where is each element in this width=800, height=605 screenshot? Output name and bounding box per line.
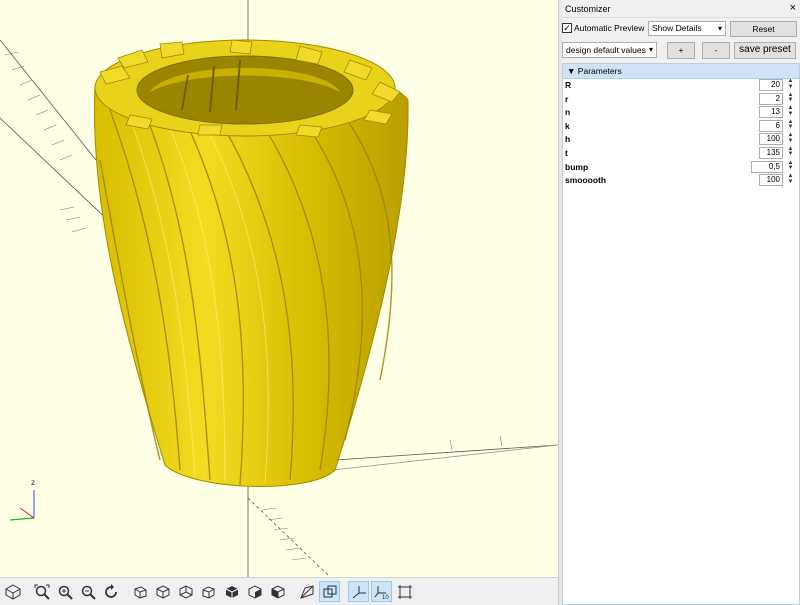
customizer-titlebar: Customizer × <box>562 0 800 18</box>
chevron-down-icon: ▾ <box>648 45 653 54</box>
close-icon[interactable]: × <box>790 3 796 14</box>
param-name: h <box>565 134 571 145</box>
spin-arrows-icon[interactable]: ▲ ▼ <box>786 92 795 105</box>
show-details-select[interactable]: Show Details ▾ <box>648 21 726 36</box>
parameter-list: R 20 ▲▼ r 2 ▲▼ n 13 ▲▼ k 6 ▲▼ h 100 <box>563 78 799 188</box>
spin-arrows-icon[interactable]: ▲ ▼ <box>786 146 795 159</box>
zoom-out-icon[interactable] <box>77 581 98 602</box>
param-spinbox[interactable]: 6 <box>759 119 783 132</box>
scene-render: z <box>0 0 558 577</box>
param-row: t 135 ▲ ▼ <box>563 146 799 161</box>
collapse-triangle-icon: ▼ <box>567 66 576 76</box>
view-back-icon[interactable] <box>244 581 265 602</box>
view-top-icon[interactable] <box>152 581 173 602</box>
view-all-icon[interactable] <box>31 581 52 602</box>
orthogonal-icon[interactable] <box>319 581 340 602</box>
view-right-icon[interactable] <box>129 581 150 602</box>
z-axis-label: z <box>31 478 35 487</box>
param-name: R <box>565 80 572 90</box>
reset-view-icon[interactable] <box>100 581 121 602</box>
spin-arrows-icon[interactable]: ▲ ▼ <box>786 105 795 118</box>
axes-indicator <box>9 490 35 521</box>
spin-arrows-icon[interactable]: ▲ ▼ <box>786 78 795 91</box>
param-name: k <box>565 120 570 131</box>
parameters-group: ▼ Parameters R 20 ▲ ▼ r 2 ▲ ▼ n 13 ▲ ▼ k 6 <box>562 63 800 605</box>
svg-text:10: 10 <box>382 595 389 600</box>
spin-arrows-icon[interactable]: ▲ ▼ <box>786 160 795 173</box>
zoom-in-icon[interactable] <box>54 581 75 602</box>
render-icon[interactable] <box>2 581 23 602</box>
param-spinbox[interactable]: 0,5 <box>751 160 783 173</box>
param-spinbox[interactable]: 13 <box>759 106 783 119</box>
param-name: r <box>565 93 569 104</box>
show-scale-icon[interactable]: 10 <box>371 581 392 602</box>
param-row: k 6 ▲ ▼ <box>563 119 799 134</box>
param-row: R 20 ▲ ▼ <box>563 78 799 93</box>
parameters-title: Parameters <box>577 66 622 76</box>
view-left-icon[interactable] <box>198 581 219 602</box>
view-toolbar: 10 <box>0 577 558 605</box>
show-details-value: Show Details <box>652 23 702 33</box>
parameters-header[interactable]: ▼ Parameters <box>563 64 799 79</box>
param-name: smooooth <box>565 175 607 186</box>
remove-preset-button[interactable]: - <box>702 42 730 59</box>
param-name: bump <box>565 161 589 172</box>
view-front-icon[interactable] <box>221 581 242 602</box>
spin-arrows-icon[interactable]: ▲ ▼ <box>786 119 795 132</box>
param-spinbox[interactable]: 20 <box>759 79 783 91</box>
param-spinbox[interactable]: 2 <box>759 92 783 105</box>
chevron-down-icon: ▾ <box>717 24 722 33</box>
automatic-preview-label: Automatic Preview <box>574 23 645 33</box>
customizer-title: Customizer <box>565 3 611 14</box>
param-row: n 13 ▲ ▼ <box>563 105 799 120</box>
3d-viewport[interactable]: z <box>0 0 558 577</box>
param-spinbox[interactable]: 100 <box>759 133 783 146</box>
param-row: h 100 ▲ ▼ <box>563 132 799 147</box>
perspective-icon[interactable] <box>296 581 317 602</box>
view-diagonal-icon[interactable] <box>267 581 288 602</box>
spin-arrows-icon[interactable]: ▲ ▼ <box>786 132 795 145</box>
customizer-panel: Customizer × ✓ Automatic Preview Show De… <box>562 0 800 605</box>
save-preset-button[interactable]: save preset <box>734 42 796 59</box>
param-spinbox[interactable]: 100 <box>759 174 783 187</box>
preset-select[interactable]: design default values ▾ <box>562 42 657 58</box>
automatic-preview-checkbox[interactable]: ✓ <box>562 23 572 33</box>
show-edges-icon[interactable] <box>394 581 415 602</box>
spin-arrows-icon[interactable]: ▲ ▼ <box>786 173 795 186</box>
view-bottom-icon[interactable] <box>175 581 196 602</box>
add-preset-button[interactable]: + <box>667 42 695 59</box>
vase-model <box>94 39 409 487</box>
reset-button[interactable]: Reset <box>730 21 797 37</box>
param-row: r 2 ▲ ▼ <box>563 92 799 107</box>
param-name: t <box>565 147 568 158</box>
show-axes-icon[interactable] <box>348 581 369 602</box>
param-row: smooooth 100 ▲ ▼ <box>563 173 799 188</box>
preset-value: design default values <box>566 45 646 55</box>
param-row: bump 0,5 ▲ ▼ <box>563 160 799 175</box>
param-spinbox[interactable]: 135 <box>759 146 783 159</box>
param-name: n <box>565 107 571 118</box>
